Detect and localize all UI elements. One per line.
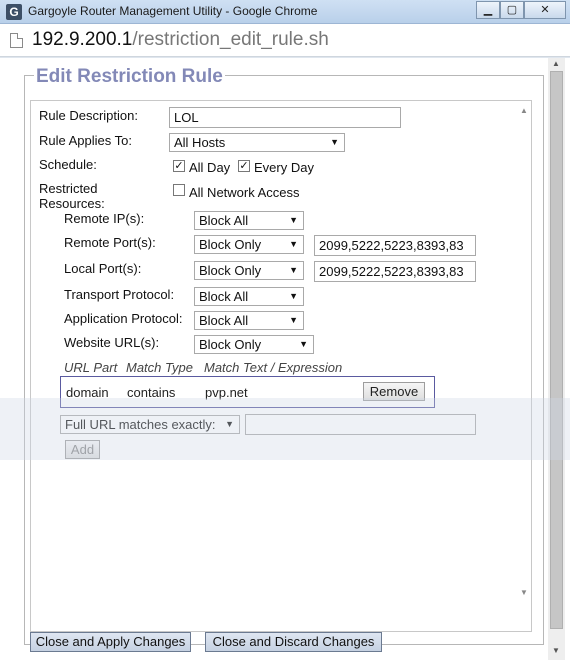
- transport-protocol-value: Block All: [199, 289, 249, 304]
- website-url-select[interactable]: Block Only ▼: [194, 335, 314, 354]
- scroll-down-icon[interactable]: ▼: [520, 588, 528, 597]
- page-scroll-thumb[interactable]: [550, 71, 563, 629]
- form-scrollbar[interactable]: ▲ ▼: [517, 102, 531, 602]
- remote-port-input[interactable]: 2099,5222,5223,8393,83: [314, 235, 476, 256]
- remote-port-value: Block Only: [199, 237, 262, 252]
- maximize-button[interactable]: ▢: [500, 1, 524, 19]
- rule-applies-select[interactable]: All Hosts ▼: [169, 133, 345, 152]
- application-protocol-label: Application Protocol:: [64, 311, 183, 326]
- remote-ip-label: Remote IP(s):: [64, 211, 145, 226]
- scroll-up-icon[interactable]: ▲: [520, 106, 528, 115]
- transport-protocol-label: Transport Protocol:: [64, 287, 175, 302]
- window-title: Gargoyle Router Management Utility - Goo…: [28, 4, 318, 18]
- remote-port-select[interactable]: Block Only ▼: [194, 235, 304, 254]
- schedule-label: Schedule:: [39, 157, 97, 172]
- remote-ip-select[interactable]: Block All ▼: [194, 211, 304, 230]
- window-titlebar: G Gargoyle Router Management Utility - G…: [0, 0, 570, 24]
- page-title: Edit Restriction Rule: [34, 66, 225, 88]
- rule-form-panel: Rule Description: LOL Rule Applies To: A…: [30, 100, 532, 632]
- all-network-access-label: All Network Access: [189, 185, 300, 200]
- every-day-label: Every Day: [254, 160, 314, 175]
- close-window-button[interactable]: ✕: [524, 1, 566, 19]
- url-part-header: URL Part: [64, 360, 118, 375]
- minimize-button[interactable]: ▁: [476, 1, 500, 19]
- page-icon: [10, 33, 23, 48]
- rule-applies-label: Rule Applies To:: [39, 133, 132, 148]
- page-scroll-down-icon[interactable]: ▼: [552, 646, 560, 655]
- rule-description-label: Rule Description:: [39, 108, 138, 123]
- address-bar[interactable]: 192.9.200.1/restriction_edit_rule.sh: [0, 24, 570, 57]
- application-protocol-value: Block All: [199, 313, 249, 328]
- rule-applies-value: All Hosts: [174, 135, 226, 150]
- translucent-overlay-band: [0, 398, 570, 460]
- chevron-down-icon: ▼: [289, 291, 298, 301]
- local-port-input[interactable]: 2099,5222,5223,8393,83: [314, 261, 476, 282]
- page-scrollbar[interactable]: ▲ ▼: [548, 58, 565, 660]
- close-and-apply-button[interactable]: Close and Apply Changes: [30, 632, 191, 652]
- all-day-label: All Day: [189, 160, 231, 175]
- chevron-down-icon: ▼: [289, 239, 298, 249]
- restricted-label: Restricted: [39, 181, 98, 196]
- gargoyle-app-icon: G: [6, 4, 22, 20]
- all-day-checkbox[interactable]: ✓: [173, 160, 185, 172]
- chevron-down-icon: ▼: [289, 265, 298, 275]
- local-port-label: Local Port(s):: [64, 261, 142, 276]
- url-path: /restriction_edit_rule.sh: [132, 29, 329, 50]
- local-port-value: Block Only: [199, 263, 262, 278]
- url-host: 192.9.200.1: [32, 29, 133, 50]
- match-text-header: Match Text / Expression: [204, 360, 343, 375]
- remote-ip-value: Block All: [199, 213, 249, 228]
- resources-label: Resources:: [39, 196, 105, 211]
- match-type-header: Match Type: [126, 360, 193, 375]
- all-network-access-checkbox[interactable]: [173, 184, 185, 196]
- rule-description-input[interactable]: LOL: [169, 107, 401, 128]
- chevron-down-icon: ▼: [289, 315, 298, 325]
- application-protocol-select[interactable]: Block All ▼: [194, 311, 304, 330]
- website-url-label: Website URL(s):: [64, 335, 160, 350]
- address-url[interactable]: 192.9.200.1/restriction_edit_rule.sh: [32, 29, 329, 51]
- transport-protocol-select[interactable]: Block All ▼: [194, 287, 304, 306]
- page-content: Edit Restriction Rule Rule Description: …: [0, 58, 570, 660]
- close-and-discard-button[interactable]: Close and Discard Changes: [205, 632, 382, 652]
- chevron-down-icon: ▼: [299, 339, 308, 349]
- remote-port-label: Remote Port(s):: [64, 235, 156, 250]
- website-url-value: Block Only: [199, 337, 262, 352]
- chevron-down-icon: ▼: [289, 215, 298, 225]
- page-scroll-up-icon[interactable]: ▲: [552, 59, 560, 68]
- chevron-down-icon: ▼: [330, 137, 339, 147]
- local-port-select[interactable]: Block Only ▼: [194, 261, 304, 280]
- every-day-checkbox[interactable]: ✓: [238, 160, 250, 172]
